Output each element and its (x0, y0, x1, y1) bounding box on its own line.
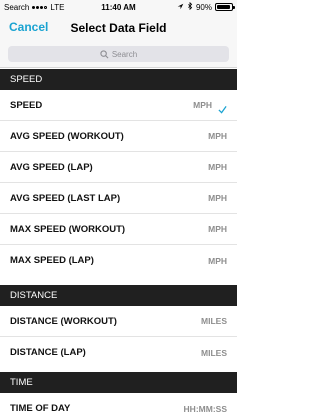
data-field-label: AVG SPEED (LAST LAP) (10, 192, 121, 204)
data-field-unit: MPH (208, 162, 227, 172)
data-field-unit: MPH (193, 100, 212, 110)
location-icon (177, 3, 184, 12)
data-field-row[interactable]: DISTANCE (WORKOUT) MILES (0, 306, 237, 337)
status-bar: Search LTE 11:40 AM 90% (0, 0, 237, 14)
data-field-label: SPEED (10, 99, 43, 111)
search-icon (100, 49, 109, 59)
data-field-row[interactable]: SPEED MPH (0, 90, 237, 121)
search-bar: Search (0, 42, 237, 68)
data-field-label: TIME OF DAY (10, 403, 71, 414)
search-input[interactable]: Search (8, 46, 229, 62)
data-field-unit: MPH (208, 224, 227, 234)
data-field-unit: MILES (201, 347, 227, 358)
data-field-unit: MPH (208, 131, 227, 141)
section-header-time: TIME (0, 372, 237, 393)
navigation-bar: Cancel Select Data Field (0, 14, 237, 42)
signal-strength-icon (32, 5, 48, 9)
battery-level-fill (217, 5, 230, 9)
data-field-row[interactable]: DISTANCE (LAP) MILES (0, 337, 237, 368)
data-field-label: MAX SPEED (WORKOUT) (10, 223, 126, 235)
data-field-row[interactable]: AVG SPEED (LAST LAP) MPH (0, 183, 237, 214)
search-placeholder: Search (111, 49, 138, 59)
battery-icon (215, 3, 235, 11)
checkmark-icon (218, 101, 227, 114)
status-right: 90% (151, 1, 235, 12)
data-field-row[interactable]: MAX SPEED (WORKOUT) MPH (0, 214, 237, 245)
back-to-search-link[interactable]: Search (4, 3, 29, 12)
cancel-button[interactable]: Cancel (9, 20, 48, 34)
data-field-row[interactable]: MAX SPEED (LAP) MPH (0, 245, 237, 276)
data-field-row[interactable]: AVG SPEED (WORKOUT) MPH (0, 121, 237, 152)
status-left: Search LTE (4, 3, 86, 12)
network-type: LTE (50, 2, 65, 12)
section-header-speed: SPEED (0, 69, 237, 90)
data-field-row[interactable]: AVG SPEED (LAP) MPH (0, 152, 237, 183)
battery-percent: 90% (195, 2, 212, 12)
data-field-row[interactable]: TIME OF DAY HH:MM:SS (0, 393, 237, 420)
section-header-distance: DISTANCE (0, 285, 237, 306)
bluetooth-icon (187, 1, 193, 12)
data-field-label: DISTANCE (LAP) (10, 347, 86, 358)
data-field-label: AVG SPEED (WORKOUT) (10, 130, 124, 142)
data-field-label: DISTANCE (WORKOUT) (10, 315, 117, 327)
data-field-label: MAX SPEED (LAP) (10, 255, 94, 266)
status-time: 11:40 AM (101, 2, 136, 12)
data-field-unit: MPH (208, 193, 227, 203)
data-field-label: AVG SPEED (LAP) (10, 161, 93, 173)
data-field-unit: HH:MM:SS (183, 403, 227, 414)
data-field-unit: MPH (208, 255, 227, 266)
data-field-unit: MILES (201, 316, 227, 326)
